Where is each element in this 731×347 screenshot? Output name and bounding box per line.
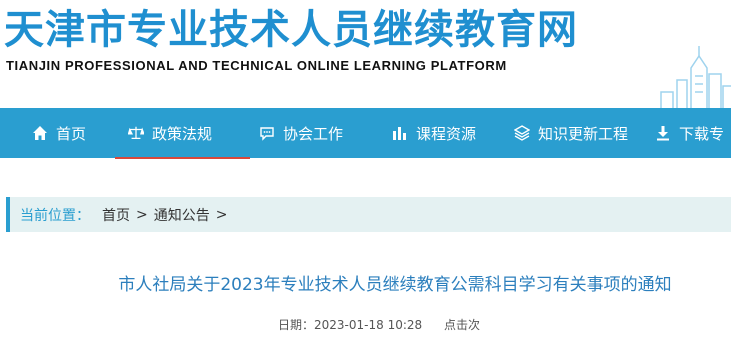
site-subtitle: TIANJIN PROFESSIONAL AND TECHNICAL ONLIN… bbox=[6, 58, 507, 73]
nav-item-label: 协会工作 bbox=[283, 124, 344, 143]
clicks-suffix: 次 bbox=[468, 318, 481, 332]
nav-item-courses[interactable]: 课程资源 bbox=[392, 108, 476, 158]
active-tab-underline bbox=[115, 157, 250, 159]
layers-icon bbox=[514, 125, 530, 141]
breadcrumb-notices-link[interactable]: 通知公告 bbox=[154, 205, 210, 225]
breadcrumb: 当前位置： 首页 > 通知公告 > bbox=[6, 197, 731, 232]
nav-item-knowledge-update[interactable]: 知识更新工程 bbox=[514, 108, 628, 158]
article-clicks: 点击次 bbox=[444, 318, 480, 332]
breadcrumb-label: 当前位置： bbox=[20, 207, 90, 224]
home-icon bbox=[32, 125, 48, 141]
date-label: 日期： bbox=[278, 318, 315, 332]
download-icon bbox=[655, 125, 671, 141]
main-nav: 首页 政策法规 协会工作 课程资源 知识更新工程 下载专 bbox=[0, 108, 731, 158]
nav-item-label: 课程资源 bbox=[416, 124, 477, 143]
breadcrumb-accent-bar bbox=[6, 197, 10, 232]
nav-item-label: 政策法规 bbox=[152, 124, 213, 143]
skyline-illustration bbox=[660, 46, 731, 108]
breadcrumb-separator: > bbox=[215, 206, 228, 223]
article-date: 日期：2023-01-18 10:28 bbox=[278, 318, 422, 332]
nav-item-home[interactable]: 首页 bbox=[32, 108, 86, 158]
breadcrumb-separator: > bbox=[136, 206, 148, 223]
chart-icon bbox=[392, 125, 408, 141]
article-meta: 日期：2023-01-18 10:28 点击次 bbox=[278, 316, 498, 333]
clicks-label: 点击 bbox=[443, 318, 468, 332]
nav-item-download[interactable]: 下载专 bbox=[655, 108, 724, 158]
nav-item-label: 知识更新工程 bbox=[538, 124, 629, 143]
nav-item-association[interactable]: 协会工作 bbox=[259, 108, 343, 158]
nav-item-label: 首页 bbox=[56, 124, 87, 143]
breadcrumb-home-link[interactable]: 首页 bbox=[102, 205, 130, 225]
date-value: 2023-01-18 10:28 bbox=[314, 318, 423, 332]
site-title[interactable]: 天津市专业技术人员继续教育网 bbox=[4, 6, 578, 54]
nav-item-label: 下载专 bbox=[679, 124, 725, 143]
chat-icon bbox=[259, 125, 275, 141]
scales-icon bbox=[128, 125, 144, 141]
site-header: 天津市专业技术人员继续教育网 TIANJIN PROFESSIONAL AND … bbox=[0, 0, 731, 108]
nav-item-policy[interactable]: 政策法规 bbox=[128, 108, 213, 158]
article-title: 市人社局关于2023年专业技术人员继续教育公需科目学习有关事项的通知 bbox=[118, 275, 672, 295]
